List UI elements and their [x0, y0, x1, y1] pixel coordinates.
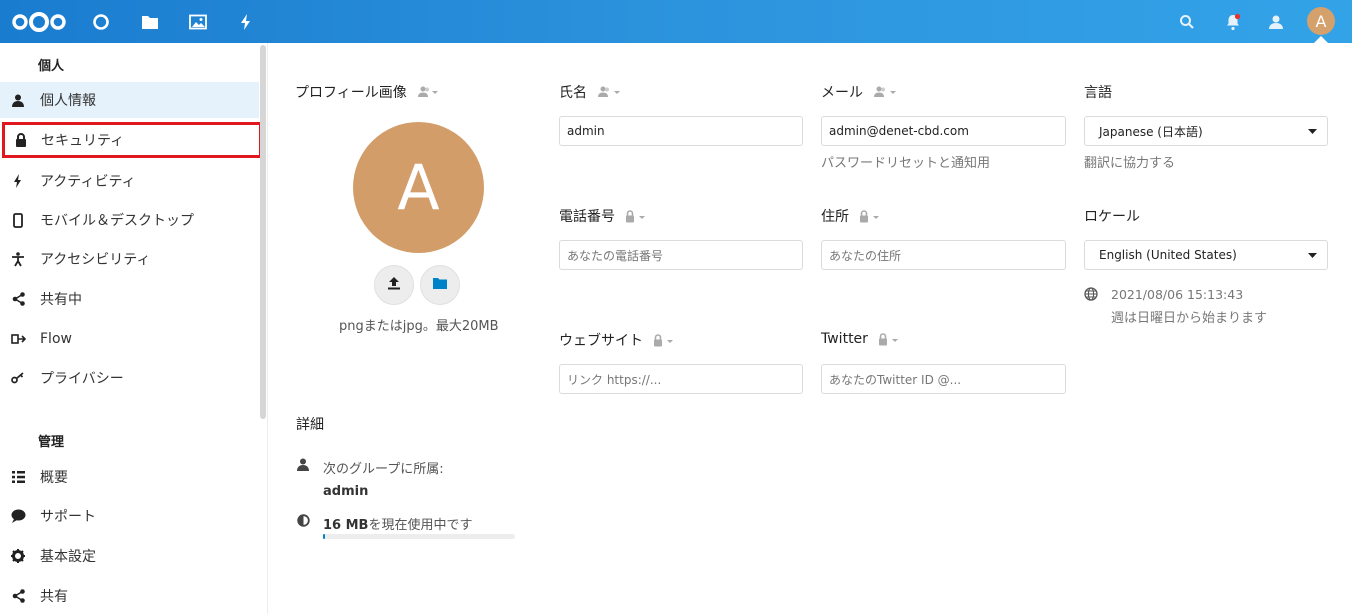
groups-label: 次のグループに所属:: [323, 462, 444, 477]
visibility-dropdown[interactable]: [597, 86, 625, 98]
week-start-info: 週は日曜日から始まります: [1111, 311, 1268, 326]
sidebar-item-accessibility[interactable]: アクセシビリティ: [0, 241, 259, 277]
website-label: ウェブサイト: [559, 330, 677, 350]
menu-caret: [1314, 36, 1328, 43]
dashboard-icon[interactable]: [88, 0, 114, 43]
share-icon: [0, 292, 36, 306]
group-name: admin: [323, 484, 369, 499]
visibility-dropdown[interactable]: [417, 86, 439, 98]
sidebar-item-personal-info[interactable]: 個人情報: [0, 82, 259, 118]
visibility-dropdown[interactable]: [625, 209, 649, 223]
sidebar-item-support[interactable]: サポート: [0, 498, 259, 534]
language-label: 言語: [1084, 85, 1112, 101]
picture-format-hint: pngまたはjpg。最大20MB: [339, 319, 499, 334]
folder-icon: [433, 277, 447, 293]
twitter-label: Twitter: [821, 331, 902, 347]
address-label: 住所: [821, 206, 883, 226]
files-icon[interactable]: [137, 0, 163, 43]
translate-help-link[interactable]: 翻訳に協力する: [1084, 152, 1175, 171]
activity-icon: [0, 174, 36, 188]
chevron-down-icon: [1308, 248, 1317, 262]
settings-sidebar: 個人 個人情報 セキュリティ アクティビティ モバイル＆デスクトップ アクセシビ…: [0, 43, 268, 614]
user-avatar-menu[interactable]: A: [1307, 7, 1335, 35]
contacts-icon[interactable]: [1263, 0, 1289, 43]
personal-section-title: 個人: [38, 59, 65, 74]
twitter-field[interactable]: あなたのTwitter ID @...: [821, 364, 1066, 394]
sidebar-item-label: モバイル＆デスクトップ: [40, 213, 194, 229]
sidebar-item-privacy[interactable]: プライバシー: [0, 360, 259, 396]
profile-picture-heading: プロフィール画像: [295, 82, 439, 102]
sidebar-item-label: 基本設定: [40, 549, 96, 565]
website-field[interactable]: リンク https://...: [559, 364, 803, 394]
name-field[interactable]: admin: [559, 116, 803, 146]
globe-icon: [1084, 287, 1098, 305]
share-icon: [0, 589, 36, 603]
photos-icon[interactable]: [185, 0, 211, 43]
email-hint: パスワードリセットと通知用: [821, 156, 991, 171]
visibility-dropdown[interactable]: [878, 332, 902, 346]
chevron-down-icon: [1308, 124, 1317, 138]
activity-icon[interactable]: [233, 0, 259, 43]
sidebar-item-label: 共有: [40, 589, 68, 605]
admin-section-title: 管理: [38, 435, 65, 450]
phone-field[interactable]: あなたの電話番号: [559, 240, 803, 270]
quota-progress-bar: [323, 534, 515, 539]
locale-label: ロケール: [1084, 209, 1140, 225]
sidebar-item-mobile-desktop[interactable]: モバイル＆デスクトップ: [0, 202, 259, 238]
sidebar-item-label: 共有中: [40, 292, 82, 308]
visibility-dropdown[interactable]: [653, 333, 677, 347]
quota-progress-fill: [323, 534, 325, 539]
visibility-dropdown[interactable]: [873, 86, 901, 98]
upload-avatar-button[interactable]: [374, 265, 414, 305]
profile-avatar: A: [353, 122, 484, 253]
sidebar-item-label: アクセシビリティ: [40, 252, 151, 268]
nextcloud-logo[interactable]: [10, 0, 68, 43]
sidebar-item-label: アクティビティ: [40, 174, 136, 190]
sidebar-item-share[interactable]: 共有: [0, 578, 259, 614]
locale-datetime: 2021/08/06 15:13:43: [1111, 287, 1244, 302]
sidebar-item-label: Flow: [40, 331, 72, 347]
accessibility-icon: [0, 251, 36, 267]
name-label: 氏名: [559, 82, 625, 102]
sidebar-scrollbar[interactable]: [260, 45, 266, 419]
sidebar-item-security[interactable]: セキュリティ: [2, 122, 262, 158]
upload-icon: [387, 276, 401, 294]
address-field[interactable]: あなたの住所: [821, 240, 1066, 270]
key-icon: [0, 372, 36, 384]
email-field[interactable]: admin@denet-cbd.com: [821, 116, 1066, 146]
search-icon[interactable]: [1174, 0, 1200, 43]
gear-icon: [0, 549, 36, 563]
sidebar-item-flow[interactable]: Flow: [0, 321, 259, 357]
notifications-icon[interactable]: [1220, 0, 1246, 43]
sidebar-item-label: サポート: [40, 509, 96, 525]
sidebar-item-label: セキュリティ: [41, 133, 125, 149]
sidebar-item-overview[interactable]: 概要: [0, 459, 259, 495]
sidebar-item-basic-settings[interactable]: 基本設定: [0, 538, 259, 574]
phone-icon: [0, 212, 36, 228]
quota-pie-icon: [297, 514, 310, 531]
sidebar-item-activity[interactable]: アクティビティ: [0, 163, 259, 199]
user-icon: [297, 458, 309, 475]
phone-label: 電話番号: [559, 206, 649, 226]
user-icon: [0, 94, 36, 107]
overview-icon: [0, 471, 36, 483]
support-icon: [0, 509, 36, 523]
sidebar-item-label: 個人情報: [40, 93, 96, 109]
flow-icon: [0, 333, 36, 345]
choose-from-files-button[interactable]: [420, 265, 460, 305]
quota-text: 16 MBを現在使用中です: [323, 518, 473, 533]
sidebar-item-label: プライバシー: [40, 371, 124, 387]
email-label: メール: [821, 82, 901, 102]
visibility-dropdown[interactable]: [859, 209, 883, 223]
details-heading: 詳細: [296, 417, 324, 433]
lock-icon: [5, 133, 37, 147]
language-select[interactable]: Japanese (日本語): [1084, 116, 1328, 146]
sidebar-item-sharing[interactable]: 共有中: [0, 281, 259, 317]
locale-select[interactable]: English (United States): [1084, 240, 1328, 270]
sidebar-item-label: 概要: [40, 470, 68, 486]
top-header: A: [0, 0, 1352, 43]
